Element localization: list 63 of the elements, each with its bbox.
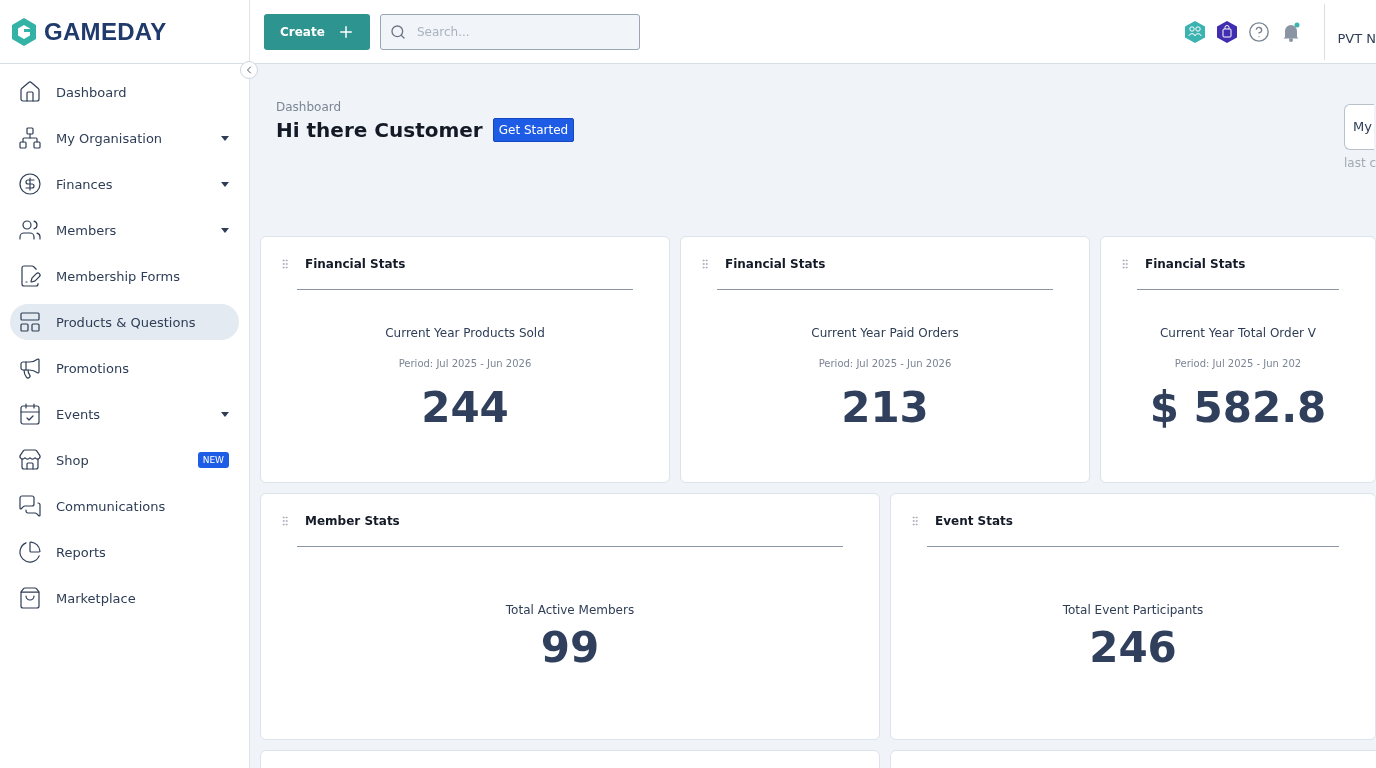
nav-item[interactable]: Events [10,396,239,432]
card-title: Financial Stats [305,257,406,271]
nav-item[interactable]: Shop NEW [10,442,239,478]
drag-handle-icon[interactable] [699,258,711,270]
stat-value: 99 [540,623,600,672]
stat-label: Current Year Total Order V [1159,326,1317,340]
stat-period: Period: Jul 2025 - Jun 2026 [818,358,952,369]
nav-item[interactable]: My Organisation [10,120,239,156]
megaphone-icon [18,356,42,380]
search-icon [390,23,406,40]
people-icon [18,218,42,242]
card-title: Event Stats [935,514,1013,528]
stat-period: Period: Jul 2025 - Jun 2026 [398,358,532,369]
calendar-icon [18,402,42,426]
nav-item[interactable]: Communications [10,488,239,524]
logo-icon [10,16,38,47]
drag-handle-icon[interactable] [279,515,291,527]
store-icon [18,448,42,472]
nav-item[interactable]: Dashboard [10,74,239,110]
page-title: Hi there Customer [276,118,483,142]
logo-text: GAMEDAY [44,17,167,46]
stat-label: Current Year Products Sold [385,326,545,340]
drag-handle-icon[interactable] [279,258,291,270]
card-title: Financial Stats [1145,257,1246,271]
bag-icon [18,586,42,610]
stat-value: 246 [1089,623,1177,672]
nav-item[interactable]: Promotions [10,350,239,386]
card-title: Financial Stats [725,257,826,271]
form-icon [18,264,42,288]
stat-label: Total Active Members [505,603,635,617]
new-badge: NEW [197,452,229,468]
get-started-button[interactable]: Get Started [492,118,575,142]
nav-item[interactable]: Members [10,212,239,248]
pie-chart-icon [18,540,42,564]
card-title: Member Stats [305,514,400,528]
help-icon[interactable] [1248,20,1271,43]
panels-icon [18,310,42,334]
team-hexagon-icon[interactable] [1184,19,1207,44]
drag-handle-icon[interactable] [1119,258,1131,270]
stat-value: 213 [841,383,929,432]
create-button[interactable]: Create [264,13,370,50]
stat-label: Current Year Paid Orders [811,326,959,340]
hierarchy-icon [18,126,42,150]
nav-item[interactable]: Reports [10,534,239,570]
stat-period: Period: Jul 2025 - Jun 202 [1174,358,1302,369]
house-icon [18,80,42,104]
breadcrumb: Dashboard [276,100,343,114]
bag-hexagon-icon[interactable] [1216,19,1239,44]
search-field[interactable]: Search... [380,13,640,50]
drag-handle-icon[interactable] [909,515,921,527]
nav-item[interactable]: Finances [10,166,239,202]
nav-item[interactable]: Products & Questions [10,304,239,340]
collapse-button[interactable] [240,61,258,79]
stat-value: 244 [421,383,509,432]
chat-icon [18,494,42,518]
selector-note: last c [1343,156,1376,170]
nav-item[interactable]: Membership Forms [10,258,239,294]
view-selector[interactable]: My [1343,104,1374,150]
stat-label: Total Event Participants [1062,603,1204,617]
stat-value: $ 582.8 [1149,383,1327,432]
nav-item[interactable]: Marketplace [10,580,239,616]
dollar-icon [18,172,42,196]
account-name[interactable]: PVT N [1335,17,1376,46]
